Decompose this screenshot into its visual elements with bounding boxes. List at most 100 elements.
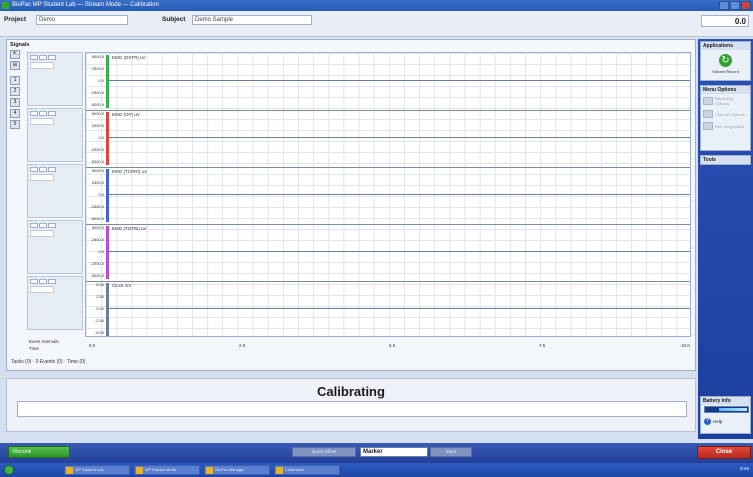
stream-record-icon[interactable]: ↻ bbox=[719, 54, 732, 67]
close-button[interactable]: Close bbox=[697, 446, 751, 459]
track-header-5[interactable] bbox=[27, 276, 83, 330]
track-header-3[interactable] bbox=[27, 164, 83, 218]
tools-card[interactable]: Tools bbox=[700, 155, 751, 165]
y-tick-label: 0.0 bbox=[98, 135, 104, 140]
track-header-4[interactable] bbox=[27, 220, 83, 274]
signals-header: Signals bbox=[10, 42, 30, 48]
y-tick-label: -2500.0 bbox=[90, 147, 104, 152]
y-tick-label: 2500.0 bbox=[91, 237, 104, 242]
time-tick-label: 2.5 bbox=[239, 343, 246, 348]
record-button[interactable]: Record bbox=[8, 446, 70, 458]
channel-1-toggle[interactable]: 1 bbox=[10, 76, 20, 85]
menu-item-recording[interactable]: Recording Options bbox=[701, 94, 750, 108]
quick-offset-button[interactable]: Quick Offset bbox=[292, 447, 356, 457]
y-tick-label: 5.00 bbox=[96, 282, 104, 287]
channel-divider bbox=[86, 110, 690, 111]
y-tick-label: 5000.0 bbox=[91, 225, 104, 230]
y-tick-label: 5000.0 bbox=[91, 111, 104, 116]
channel-color-bar bbox=[106, 226, 109, 279]
signal-plot[interactable]: EMG (DSTR) uV 5000.0 2500.0 0.0 -2500.0 -5000… bbox=[85, 52, 691, 337]
channel-options-icon bbox=[703, 110, 713, 118]
y-tick-label: -5.00 bbox=[94, 330, 104, 335]
help-link[interactable]: ? Help bbox=[704, 418, 722, 425]
applications-title: Applications bbox=[701, 42, 750, 50]
battery-title: Battery Info bbox=[701, 397, 750, 405]
stream-record-label[interactable]: Stream Record bbox=[701, 69, 750, 74]
menu-item-channel[interactable]: Channel Options bbox=[701, 108, 750, 120]
y-tick-label: 2500.0 bbox=[91, 66, 104, 71]
channel-color-bar bbox=[106, 112, 109, 165]
channel-2-toggle[interactable]: 2 bbox=[10, 87, 20, 96]
applications-card: Applications ↻ Stream Record bbox=[700, 41, 751, 81]
channel-label: EMG (GP) uV bbox=[112, 112, 140, 117]
marker-select[interactable]: Marker bbox=[360, 447, 428, 457]
taskbar-item-2[interactable]: MP Stream Mode bbox=[134, 465, 200, 475]
y-tick-label: -2500.0 bbox=[90, 204, 104, 209]
channel-divider bbox=[86, 224, 690, 225]
y-tick-label: 5000.0 bbox=[91, 54, 104, 59]
y-tick-label: 5000.0 bbox=[91, 168, 104, 173]
signal-trace bbox=[109, 308, 690, 309]
event-axis-label: Event Intervals bbox=[29, 339, 59, 344]
select-tool-icon[interactable]: ⇱ bbox=[10, 50, 20, 59]
channel-4-toggle[interactable]: 4 bbox=[10, 109, 20, 118]
y-tick-label: 0.0 bbox=[98, 78, 104, 83]
battery-level-bar bbox=[704, 406, 749, 413]
y-tick-label: -2500.0 bbox=[90, 90, 104, 95]
all-channels-icon[interactable]: ⊞ bbox=[10, 61, 20, 70]
channel-label: EMG (TCRRI) uV bbox=[112, 169, 148, 174]
taskbar-clock: 8:45 bbox=[740, 466, 749, 471]
channel-label: EMG (DSTR) uV bbox=[112, 55, 146, 60]
speed-readout: 0.0 bbox=[701, 15, 749, 27]
project-field[interactable]: Demo bbox=[36, 15, 128, 25]
menu-options-card: Menu Options Recording Options Channel O… bbox=[700, 85, 751, 151]
signals-panel: Signals ⇱ ⊞ 1 2 3 4 5 EMG (DSTR) uV 5000.… bbox=[6, 39, 696, 371]
menu-item-diagnostics[interactable]: Run Diagnostics bbox=[701, 120, 750, 132]
channel-5-toggle[interactable]: 5 bbox=[10, 120, 20, 129]
taskbar-item-1[interactable]: MP Student Lab bbox=[64, 465, 130, 475]
channel-3-toggle[interactable]: 3 bbox=[10, 98, 20, 107]
calibration-title: Calibrating bbox=[317, 384, 385, 399]
maximize-icon[interactable] bbox=[730, 1, 740, 10]
window-titlebar: BioPac MP Student Lab — Stream Mode — Ca… bbox=[0, 0, 753, 11]
y-tick-label: 0.00 bbox=[96, 306, 104, 311]
signal-status-line: Tasks (0) · 0 Events (0) · Time (0) bbox=[11, 359, 86, 365]
project-bar: Project Demo Subject Demo Sample 0.0 bbox=[0, 11, 753, 37]
track-header-1[interactable] bbox=[27, 52, 83, 106]
minimize-icon[interactable] bbox=[719, 1, 729, 10]
os-taskbar: MP Student Lab MP Stream Mode BioPac Man… bbox=[0, 463, 753, 477]
start-icon[interactable] bbox=[4, 465, 14, 475]
calibration-panel: Calibrating bbox=[6, 378, 696, 432]
taskbar-item-3[interactable]: BioPac Manager bbox=[204, 465, 270, 475]
subject-field[interactable]: Demo Sample bbox=[192, 15, 312, 25]
calibration-progress bbox=[17, 401, 687, 417]
signal-trace bbox=[109, 251, 690, 252]
diagnostics-icon bbox=[703, 122, 713, 130]
app-icon bbox=[2, 2, 9, 9]
channel-color-bar bbox=[106, 55, 109, 108]
app-window-icon bbox=[276, 467, 283, 474]
time-tick-label: 10.0 bbox=[681, 343, 690, 348]
menu-options-title: Menu Options bbox=[701, 86, 750, 94]
signal-toolbar: ⇱ ⊞ 1 2 3 4 5 bbox=[10, 50, 22, 150]
close-window-icon[interactable] bbox=[741, 1, 751, 10]
recording-options-icon bbox=[703, 97, 713, 105]
y-tick-label: 0.0 bbox=[98, 192, 104, 197]
channel-label: Clock mV bbox=[112, 283, 132, 288]
y-tick-label: -5000.0 bbox=[90, 159, 104, 164]
channel-label: EMG (TOTRI) uV bbox=[112, 226, 147, 231]
y-tick-label: 2500.0 bbox=[91, 180, 104, 185]
y-tick-label: -2500.0 bbox=[90, 261, 104, 266]
y-tick-label: -2.50 bbox=[94, 318, 104, 323]
track-header-2[interactable] bbox=[27, 108, 83, 162]
battery-card: Battery Info ? Help bbox=[700, 396, 751, 434]
time-tick-label: 7.5 bbox=[539, 343, 546, 348]
time-tick-label: 5.0 bbox=[389, 343, 396, 348]
y-tick-label: -5000.0 bbox=[90, 102, 104, 107]
subject-label: Subject bbox=[162, 16, 186, 23]
y-tick-label: 0.0 bbox=[98, 249, 104, 254]
mark-button[interactable]: Mark bbox=[430, 447, 472, 457]
taskbar-item-4[interactable]: Calibration bbox=[274, 465, 340, 475]
bottom-toolbar: Record Quick Offset Marker Mark Close bbox=[0, 443, 753, 463]
time-axis: 0.0 2.5 5.0 7.5 10.0 bbox=[85, 339, 691, 351]
